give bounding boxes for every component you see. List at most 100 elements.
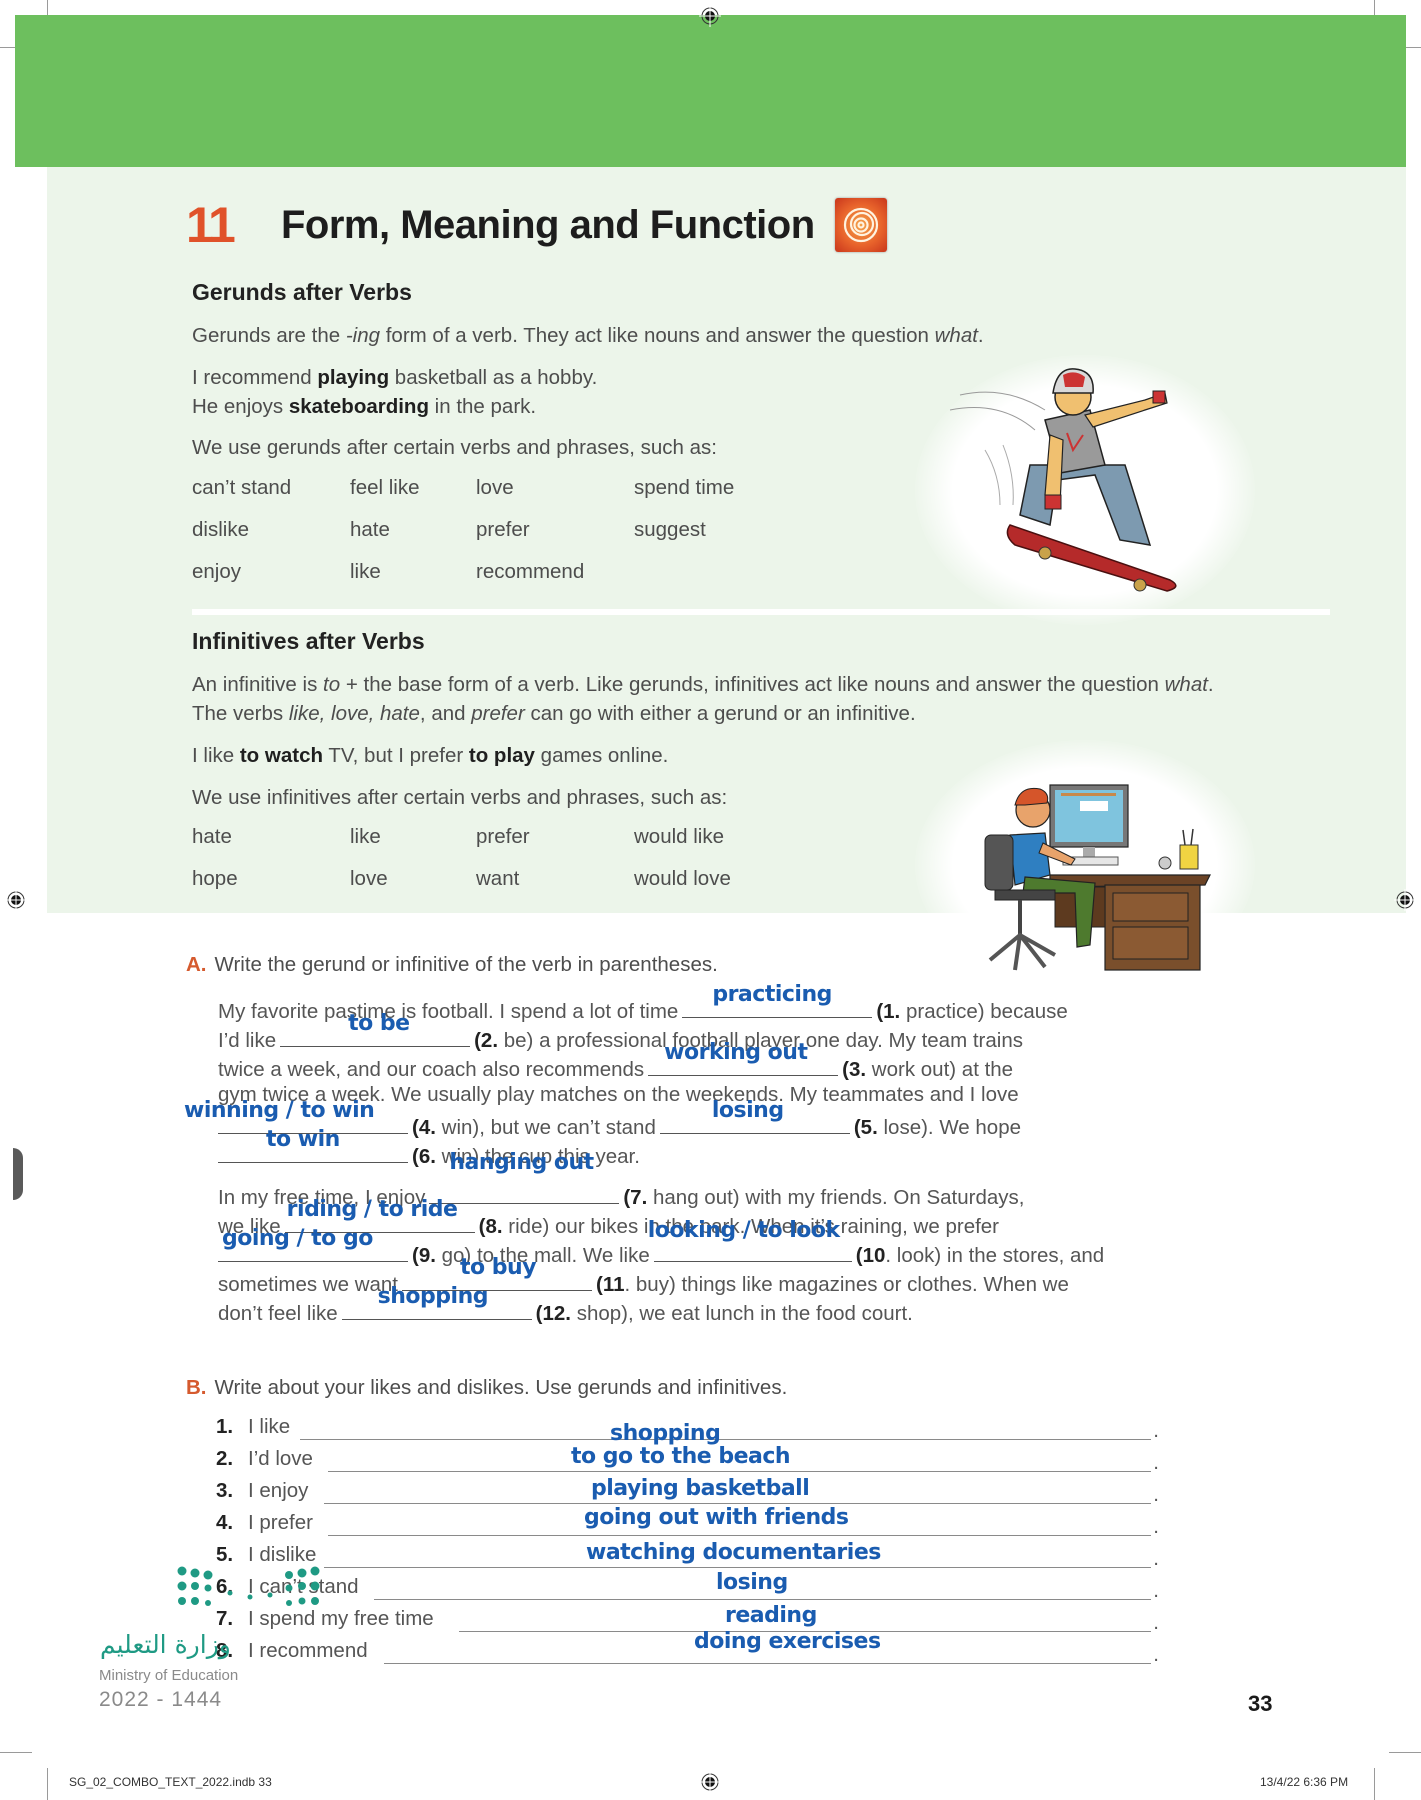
print-slug-date: 13/4/22 6:36 PM <box>1260 1775 1349 1789</box>
page-edge-tab <box>13 1148 23 1200</box>
skateboarder-illustration <box>949 368 1177 592</box>
verb-item: prefer <box>476 518 530 541</box>
answer-text: to go to the beach <box>571 1444 791 1469</box>
verb-item: would like <box>634 825 725 848</box>
answer-line[interactable] <box>384 1663 1151 1664</box>
exercise-a-line: My favorite pastime is football. I spend… <box>218 982 1068 1023</box>
exercise-a-line: going / to go (9. go) to the mall. We lik… <box>214 1218 1104 1268</box>
answer-text: riding / to ride <box>286 1197 458 1222</box>
infinitives-example: I like to watch TV, but I prefer to play… <box>192 744 669 767</box>
exercise-b-item: 2. I’d love to go to the beach. <box>216 1444 1159 1474</box>
answer-line[interactable] <box>374 1599 1151 1600</box>
answer-text: losing <box>711 1098 784 1123</box>
verb-item: hope <box>192 867 238 890</box>
infinitives-list-intro: We use infinitives after certain verbs a… <box>192 786 728 809</box>
registration-mark-icon <box>699 5 721 27</box>
exercise-b-item: 8. I recommend doing exercises. <box>216 1629 1159 1666</box>
exercise-a-line: I’d like to be (2. be) a professional foot… <box>218 1011 1023 1052</box>
answer-blank[interactable]: losing <box>659 1098 850 1134</box>
answer-blank[interactable]: going / to go <box>218 1226 408 1262</box>
gerunds-intro: Gerunds are the -ing form of a verb. The… <box>192 324 984 347</box>
crop-mark <box>0 1752 32 1753</box>
exercise-a-line: sometimes we want to buy (11. buy) things … <box>218 1255 1069 1296</box>
verb-item: would love <box>634 867 731 890</box>
answer-line[interactable] <box>324 1503 1151 1504</box>
exercise-a-line: twice a week, and our coach also recomme… <box>218 1040 1014 1081</box>
lesson-heading: Form, Meaning and Function <box>281 202 815 247</box>
verb-item: can’t stand <box>192 476 292 499</box>
verb-item: love <box>350 867 388 890</box>
answer-line[interactable] <box>328 1471 1151 1472</box>
infinitives-heading: Infinitives after Verbs <box>192 628 425 654</box>
answer-line[interactable] <box>300 1439 1151 1440</box>
answer-text: looking / to look <box>647 1218 840 1243</box>
answer-line[interactable] <box>328 1535 1151 1536</box>
answer-text: working out <box>664 1040 808 1065</box>
exercise-letter: A. <box>186 953 207 976</box>
verb-item: want <box>476 867 520 890</box>
verb-item: feel like <box>350 476 420 499</box>
verb-item: hate <box>350 518 390 541</box>
verb-item: spend time <box>634 476 735 499</box>
exercise-a-instruction: A. Write the gerund or infinitive of the … <box>186 953 718 976</box>
crop-mark <box>47 1768 48 1800</box>
ministry-logo-icon <box>177 1566 320 1606</box>
lesson-number: 11 <box>186 197 236 253</box>
answer-blank[interactable]: hanging out <box>429 1150 620 1204</box>
answer-text: to win <box>266 1127 340 1152</box>
exercise-b-item: 7. I spend my free time reading. <box>216 1603 1159 1634</box>
exercise-letter: B. <box>186 1376 207 1399</box>
answer-text: doing exercises <box>694 1629 881 1654</box>
answer-text: watching documentaries <box>586 1540 881 1565</box>
answer-line[interactable] <box>324 1567 1151 1568</box>
verb-item: recommend <box>476 560 585 583</box>
lesson-title: 11 Form, Meaning and Function <box>186 196 887 254</box>
answer-blank[interactable]: working out <box>648 1040 839 1076</box>
verb-item: hate <box>192 825 232 848</box>
exercise-b-instruction: B. Write about your likes and dislikes. U… <box>186 1376 788 1399</box>
verb-item: enjoy <box>192 560 242 583</box>
gerunds-example-2: He enjoys skateboarding in the park. <box>192 395 537 418</box>
answer-blank[interactable]: practicing <box>682 982 873 1018</box>
answer-blank[interactable]: to win <box>218 1127 408 1163</box>
spiral-icon <box>834 198 887 252</box>
exercise-b-item: 5. I dislike watching documentaries. <box>216 1540 1159 1570</box>
answer-text: winning / to win <box>184 1098 375 1123</box>
ministry-name-english: Ministry of Education <box>99 1667 239 1684</box>
answer-text: to be <box>348 1011 410 1036</box>
infinitives-intro-1: An infinitive is to + the base form of a… <box>192 673 1214 696</box>
answer-blank[interactable]: shopping <box>341 1284 532 1320</box>
exercise-a-line: don’t feel like shopping (12. shop), we ea… <box>218 1284 913 1325</box>
verb-item: dislike <box>192 518 249 541</box>
answer-text: shopping <box>610 1421 721 1446</box>
answer-text: hanging out <box>449 1150 594 1175</box>
answer-blank[interactable]: looking / to look <box>648 1218 852 1262</box>
verb-item: like <box>350 560 381 583</box>
chapter-color-band <box>15 15 1406 167</box>
gerunds-example-1: I recommend playing basketball as a hobb… <box>192 366 598 389</box>
ministry-name-arabic: وزارة التعليم <box>100 1630 231 1659</box>
verb-item: prefer <box>476 825 530 848</box>
answer-text: practicing <box>712 982 832 1007</box>
edition-year: 2022 - 1444 <box>99 1688 223 1711</box>
gerunds-list-intro: We use gerunds after certain verbs and p… <box>192 436 717 459</box>
answer-blank[interactable]: to be <box>280 1011 471 1047</box>
answer-text: going / to go <box>222 1226 373 1251</box>
verb-item: suggest <box>634 518 706 541</box>
answer-text: to buy <box>460 1255 537 1280</box>
page-number: 33 <box>1248 1691 1273 1716</box>
answer-text: shopping <box>377 1284 489 1309</box>
registration-mark-icon <box>5 889 27 911</box>
answer-text: going out with friends <box>584 1505 849 1530</box>
exercise-b-item: 4. I prefer going out with friends. <box>216 1505 1159 1538</box>
exercise-b-item: 1. I like shopping. <box>216 1415 1159 1446</box>
answer-text: reading <box>725 1603 817 1628</box>
answer-text: playing basketball <box>591 1476 810 1501</box>
exercise-b-item: 6. I can’t stand losing. <box>216 1570 1159 1602</box>
verb-item: love <box>476 476 514 499</box>
infinitives-intro-2: The verbs like, love, hate, and prefer c… <box>192 702 916 725</box>
boy-at-computer-illustration <box>984 784 1211 971</box>
gerunds-heading: Gerunds after Verbs <box>192 279 412 305</box>
print-slug-file: SG_02_COMBO_TEXT_2022.indb 33 <box>69 1775 272 1789</box>
registration-mark-icon <box>1394 889 1416 911</box>
